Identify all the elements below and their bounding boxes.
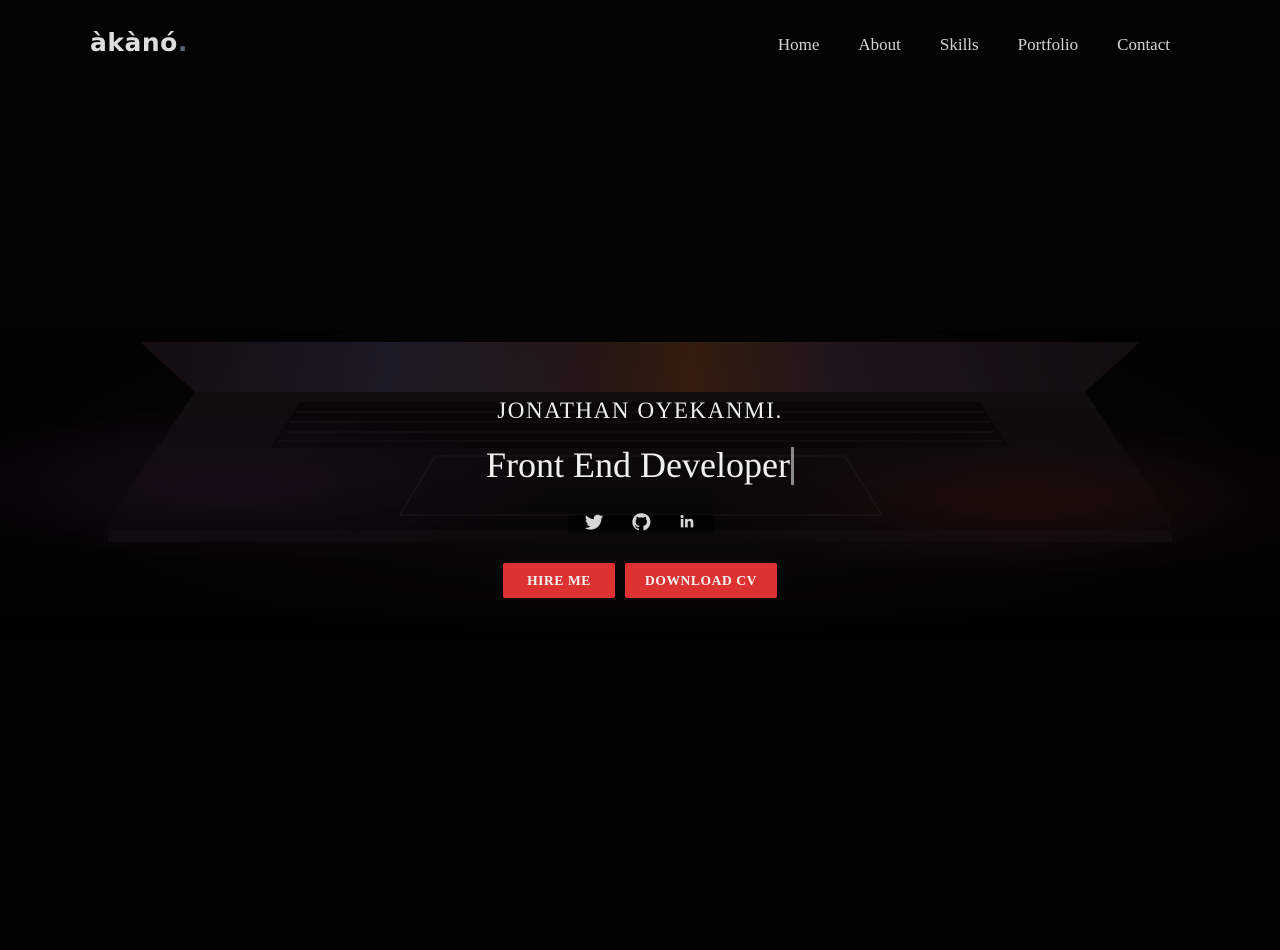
nav-home-link[interactable]: Home	[778, 33, 820, 57]
hero-role-line: Front End Developer	[0, 444, 1280, 486]
main-nav: Home About Skills Portfolio Contact	[778, 33, 1170, 57]
nav-contact-link[interactable]: Contact	[1117, 33, 1170, 57]
download-cv-button[interactable]: DOWNLOAD CV	[625, 563, 777, 598]
logo-text: àkànó	[90, 28, 178, 57]
nav-skills-link[interactable]: Skills	[940, 33, 979, 57]
nav-about-link[interactable]: About	[858, 33, 901, 57]
linkedin-icon[interactable]	[676, 511, 698, 533]
hero-role: Front End Developer	[486, 445, 790, 485]
twitter-icon[interactable]	[583, 511, 605, 533]
hero-name: JONATHAN OYEKANMI.	[497, 398, 783, 423]
social-links	[568, 513, 714, 533]
nav-portfolio-link[interactable]: Portfolio	[1018, 33, 1078, 57]
logo[interactable]: àkànó.	[90, 28, 188, 58]
typing-caret	[790, 447, 794, 485]
hire-me-button[interactable]: HIRE ME	[503, 563, 615, 598]
logo-dot: .	[177, 28, 188, 57]
github-icon[interactable]	[630, 511, 652, 533]
